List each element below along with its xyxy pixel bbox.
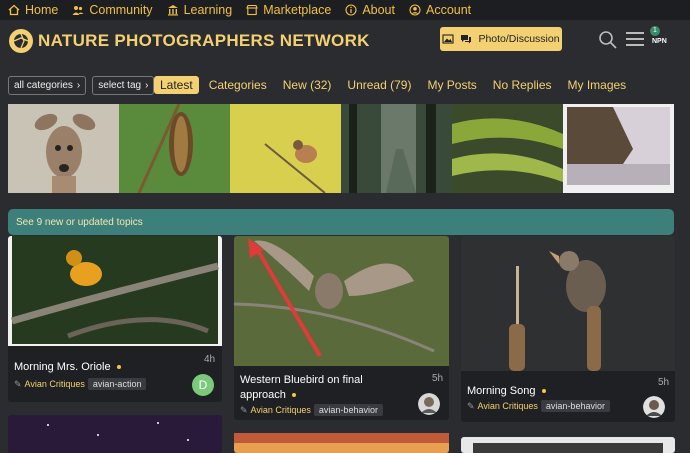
chevron-right-icon: › bbox=[145, 79, 149, 91]
info-icon bbox=[345, 4, 357, 16]
chat-icon bbox=[461, 35, 472, 44]
camera-aperture-logo-icon[interactable] bbox=[8, 28, 34, 54]
card-category[interactable]: Avian Critiques bbox=[478, 401, 538, 411]
learning-icon bbox=[167, 5, 178, 16]
author-avatar[interactable] bbox=[418, 393, 440, 415]
photo-discussion-label: Photo/Discussion bbox=[478, 33, 560, 45]
unread-dot bbox=[541, 389, 546, 394]
site-header: NATURE PHOTOGRAPHERS NETWORK Photo/Discu… bbox=[0, 20, 690, 62]
card-age: 5h bbox=[658, 377, 670, 388]
nav-home[interactable]: Home bbox=[8, 3, 58, 17]
tag-dropdown[interactable]: select tag › bbox=[92, 75, 155, 95]
user-avatar[interactable]: 1 NPN bbox=[650, 26, 674, 56]
new-topics-banner[interactable]: See 9 new or updated topics bbox=[8, 209, 674, 235]
card-meta: ✎ Avian Critiques avian-action bbox=[14, 378, 147, 390]
nav-account[interactable]: Account bbox=[409, 3, 471, 17]
hamburger-menu-icon[interactable] bbox=[626, 31, 644, 47]
marketplace-icon bbox=[246, 4, 259, 16]
photo-discussion-button[interactable]: Photo/Discussion bbox=[440, 27, 562, 51]
bluebird-photo[interactable] bbox=[234, 236, 449, 366]
card-meta: ✎ Avian Critiques avian-behavior bbox=[240, 404, 383, 416]
card-category[interactable]: Avian Critiques bbox=[25, 379, 85, 389]
chevron-right-icon: › bbox=[76, 79, 81, 91]
card-tag[interactable]: avian-behavior bbox=[540, 400, 610, 412]
tab-my-posts[interactable]: My Posts bbox=[421, 76, 482, 94]
tab-new[interactable]: New (32) bbox=[277, 76, 338, 94]
nav-marketplace[interactable]: Marketplace bbox=[246, 3, 331, 17]
community-icon bbox=[72, 6, 84, 15]
deer-photo[interactable] bbox=[8, 104, 119, 193]
coastal-cliff-photo[interactable] bbox=[563, 104, 674, 193]
tab-unread[interactable]: Unread (79) bbox=[341, 76, 417, 94]
tab-no-replies[interactable]: No Replies bbox=[487, 76, 558, 94]
oriole-photo[interactable] bbox=[8, 236, 222, 346]
top-navigation: Home Community Learning Marketplace Abou… bbox=[0, 0, 690, 20]
topic-card[interactable]: Morning Mrs. Oriole 4h ✎ Avian Critiques… bbox=[8, 236, 222, 402]
featured-photo-strip bbox=[8, 104, 674, 193]
feather-icon: ✎ bbox=[240, 404, 248, 415]
category-dropdown-label: all categories bbox=[14, 79, 73, 91]
green-water-abstract-photo[interactable] bbox=[452, 104, 563, 193]
account-icon bbox=[409, 4, 421, 16]
feather-icon: ✎ bbox=[14, 378, 22, 389]
card-age: 4h bbox=[204, 354, 216, 365]
topic-card[interactable]: Western Bluebird on final approach 5h ✎ … bbox=[234, 236, 449, 420]
nav-community[interactable]: Community bbox=[72, 3, 153, 17]
nav-about[interactable]: About bbox=[345, 3, 395, 17]
card-title[interactable]: Morning Song bbox=[467, 384, 637, 399]
tab-my-images[interactable]: My Images bbox=[562, 76, 633, 94]
sunset-photo[interactable] bbox=[234, 433, 449, 453]
card-title[interactable]: Western Bluebird on final approach bbox=[240, 373, 410, 403]
framed-photo[interactable] bbox=[461, 437, 675, 453]
unread-dot bbox=[291, 393, 296, 398]
nav-marketplace-label: Marketplace bbox=[263, 3, 332, 17]
author-avatar[interactable]: D bbox=[192, 374, 214, 396]
topic-card[interactable]: Morning Song 5h ✎ Avian Critiques avian-… bbox=[461, 236, 675, 422]
home-icon bbox=[8, 4, 20, 16]
notification-badge: 1 bbox=[650, 26, 660, 36]
card-tag[interactable]: avian-action bbox=[87, 378, 147, 390]
search-icon[interactable] bbox=[598, 30, 618, 50]
avatar-text: NPN bbox=[652, 38, 667, 45]
card-title[interactable]: Morning Mrs. Oriole bbox=[14, 360, 184, 375]
nav-learning[interactable]: Learning bbox=[167, 3, 233, 17]
cicada-photo[interactable] bbox=[119, 104, 230, 193]
unread-dot bbox=[116, 365, 121, 370]
author-avatar[interactable] bbox=[643, 396, 665, 418]
image-icon bbox=[442, 34, 454, 44]
nav-community-label: Community bbox=[89, 3, 153, 17]
night-sky-photo[interactable] bbox=[8, 415, 222, 453]
nav-about-label: About bbox=[362, 3, 395, 17]
red-winged-blackbird-photo[interactable] bbox=[461, 236, 675, 371]
nav-learning-label: Learning bbox=[183, 3, 233, 17]
nav-account-label: Account bbox=[425, 3, 472, 17]
category-dropdown[interactable]: all categories › bbox=[8, 75, 87, 95]
feather-icon: ✎ bbox=[467, 400, 475, 411]
card-category[interactable]: Avian Critiques bbox=[251, 405, 311, 415]
filter-bar: all categories › select tag › bbox=[8, 75, 155, 95]
tab-latest[interactable]: Latest bbox=[154, 76, 199, 94]
sparrow-on-yellow-photo[interactable] bbox=[230, 104, 341, 193]
forest-path-photo[interactable] bbox=[341, 104, 452, 193]
card-age: 5h bbox=[432, 373, 444, 384]
card-tag[interactable]: avian-behavior bbox=[313, 404, 383, 416]
topic-tabs: Latest Categories New (32) Unread (79) M… bbox=[154, 75, 632, 95]
card-meta: ✎ Avian Critiques avian-behavior bbox=[467, 400, 610, 412]
tag-dropdown-label: select tag bbox=[98, 79, 142, 91]
site-title[interactable]: NATURE PHOTOGRAPHERS NETWORK bbox=[38, 31, 370, 51]
nav-home-label: Home bbox=[25, 3, 59, 17]
tab-categories[interactable]: Categories bbox=[203, 76, 273, 94]
